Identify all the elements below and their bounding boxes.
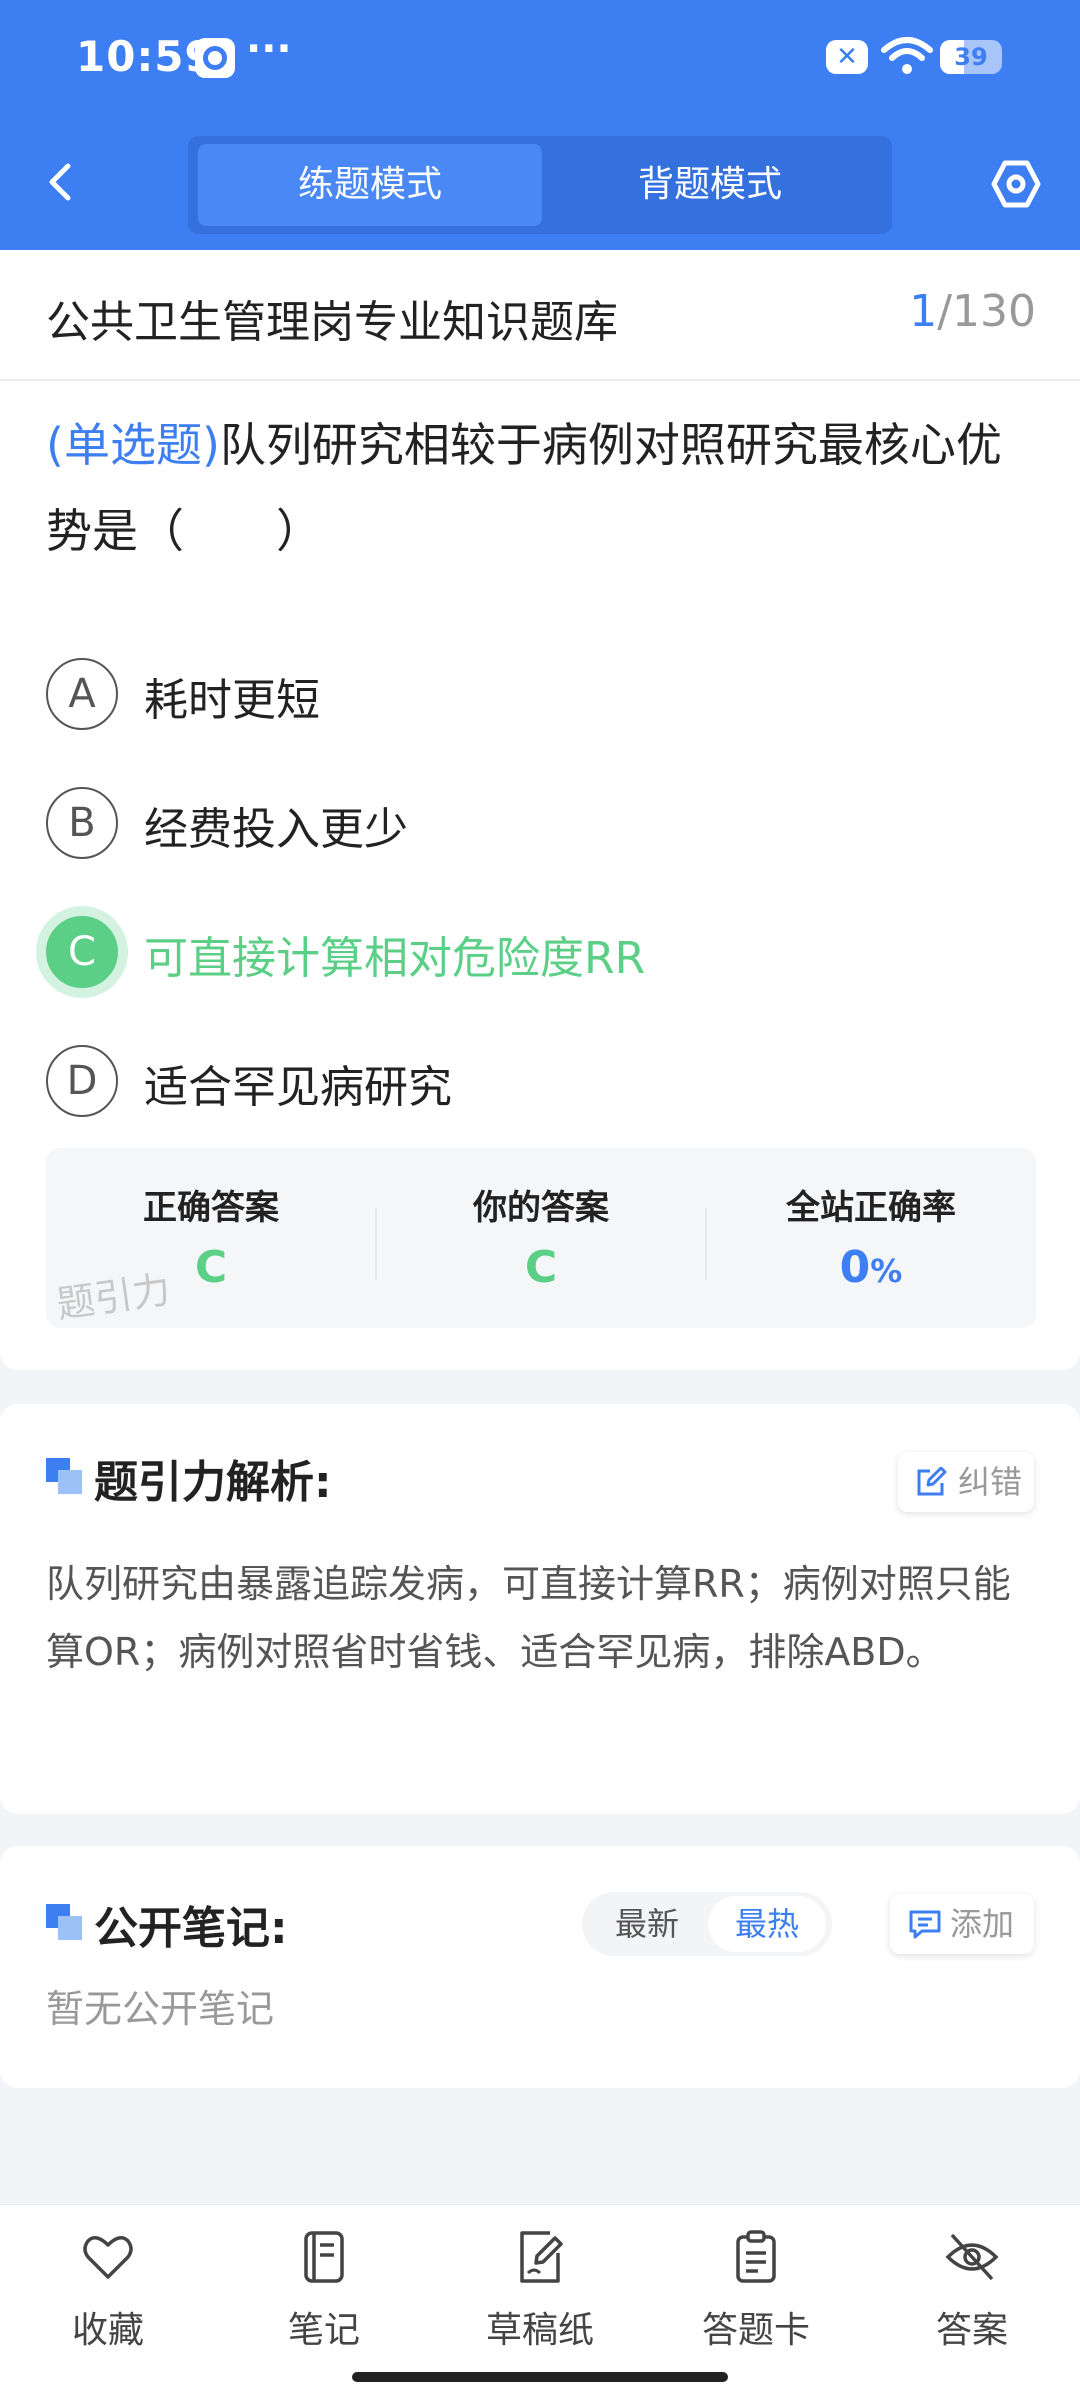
accuracy-rate-label: 全站正确率 — [786, 1188, 956, 1228]
current-question-number: 1 — [909, 286, 938, 337]
sort-hot-button[interactable]: 最热 — [708, 1896, 826, 1952]
settings-button[interactable] — [990, 158, 1042, 210]
option-text: 耗时更短 — [144, 675, 320, 726]
your-answer-value: C — [524, 1242, 558, 1293]
sort-latest-button[interactable]: 最新 — [588, 1896, 706, 1952]
draft-icon — [520, 2231, 563, 2283]
x-notification-icon: ✕ — [826, 40, 868, 74]
question-counter: 1/130 — [909, 286, 1036, 337]
analysis-text: 队列研究由暴露追踪发病，可直接计算RR；病例对照只能算OR；病例对照省时省钱、适… — [46, 1562, 1011, 1674]
nav-label: 草稿纸 — [485, 2310, 594, 2351]
accuracy-rate-col: 全站正确率 0% — [706, 1148, 1036, 1328]
notebook-icon — [304, 2231, 344, 2283]
accuracy-rate-number: 0 — [839, 1242, 871, 1293]
back-button[interactable] — [40, 160, 84, 204]
your-answer-label: 你的答案 — [473, 1188, 609, 1228]
divider — [0, 379, 1080, 381]
question-bank-title: 公共卫生管理岗专业知识题库 — [46, 297, 618, 348]
status-bar: 10:59 ··· ✕ 39 — [0, 0, 1080, 120]
analysis-card: 题引力解析: 纠错 队列研究由暴露追踪发病，可直接计算RR；病例对照只能算OR；… — [0, 1404, 1080, 1814]
tab-practice-mode[interactable]: 练题模式 — [198, 144, 542, 226]
empty-notes-text: 暂无公开笔记 — [46, 1987, 275, 2031]
clipboard-icon — [736, 2230, 776, 2283]
eye-off-icon — [945, 2233, 999, 2281]
option-letter: C — [46, 916, 118, 988]
wifi-icon — [881, 37, 933, 74]
section-icon — [46, 1904, 82, 1940]
report-error-button[interactable]: 纠错 — [898, 1452, 1034, 1512]
status-time: 10:59 — [76, 32, 215, 81]
total-questions: /130 — [937, 286, 1036, 337]
heart-icon — [83, 2236, 133, 2279]
option-text: 可直接计算相对危险度RR — [144, 933, 646, 984]
option-letter: B — [46, 787, 118, 859]
your-answer-col: 你的答案 C — [376, 1148, 706, 1328]
analysis-title: 题引力解析: — [94, 1457, 332, 1508]
edit-icon — [917, 1467, 947, 1496]
question-type: (单选题) — [46, 418, 220, 472]
accuracy-rate-unit: % — [870, 1252, 903, 1290]
notes-title: 公开笔记: — [94, 1903, 288, 1954]
add-note-label: 添加 — [950, 1905, 1015, 1943]
answer-result-panel: 正确答案 C 你的答案 C 全站正确率 0% 题引力 — [46, 1148, 1036, 1328]
section-icon — [46, 1458, 82, 1494]
correct-answer-label: 正确答案 — [143, 1188, 279, 1228]
option-letter: A — [46, 658, 118, 730]
nav-answer[interactable]: 答案 — [864, 2229, 1080, 2359]
more-notifications-icon: ··· — [246, 26, 292, 72]
nav-label: 答案 — [935, 2310, 1008, 2351]
public-notes-card: 公开笔记: 最新 最热 添加 暂无公开笔记 — [0, 1846, 1080, 2088]
nav-notes[interactable]: 笔记 — [216, 2229, 432, 2359]
nav-label: 笔记 — [287, 2310, 360, 2351]
nav-label: 收藏 — [71, 2310, 144, 2351]
option-text: 经费投入更少 — [144, 804, 408, 855]
nav-label: 答题卡 — [701, 2310, 810, 2351]
nav-favorite[interactable]: 收藏 — [0, 2229, 216, 2359]
accuracy-rate-value: 0% — [706, 1242, 1036, 1293]
question-stem: (单选题)队列研究相较于病例对照研究最核心优势是（ ） — [46, 402, 1040, 574]
question-card: 公共卫生管理岗专业知识题库 1/130 (单选题)队列研究相较于病例对照研究最核… — [0, 250, 1080, 1370]
app-notification-icon — [195, 38, 235, 78]
add-note-button[interactable]: 添加 — [890, 1894, 1034, 1954]
option-text: 适合罕见病研究 — [144, 1062, 452, 1113]
comment-icon — [909, 1910, 941, 1939]
mode-switch: 练题模式 背题模式 — [188, 136, 892, 234]
home-indicator[interactable] — [352, 2372, 728, 2382]
report-error-label: 纠错 — [958, 1463, 1023, 1501]
battery-level: 39 — [954, 43, 988, 71]
battery-icon: 39 — [940, 40, 1002, 74]
notes-sort-toggle: 最新 最热 — [582, 1892, 832, 1956]
top-header: 10:59 ··· ✕ 39 练题模式 背题模式 — [0, 0, 1080, 250]
nav-answer-sheet[interactable]: 答题卡 — [648, 2229, 864, 2359]
tab-recite-mode[interactable]: 背题模式 — [538, 144, 882, 226]
option-letter: D — [46, 1045, 118, 1117]
nav-draft[interactable]: 草稿纸 — [432, 2229, 648, 2359]
